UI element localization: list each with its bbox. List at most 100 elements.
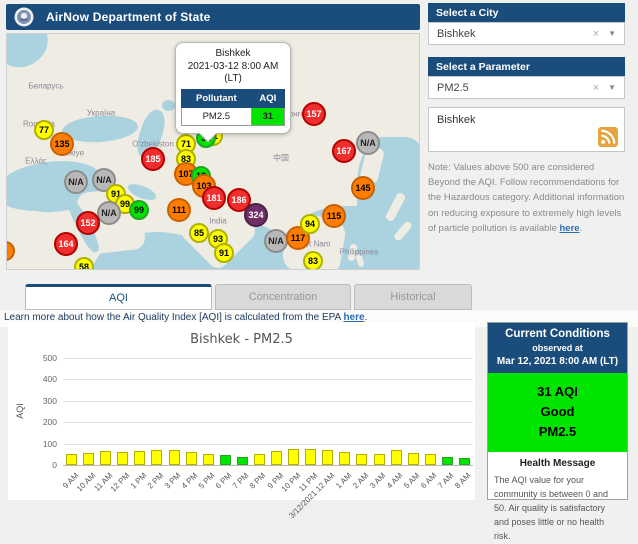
aqi-marker[interactable]: 99 [129, 200, 149, 220]
chevron-down-icon[interactable]: ▼ [608, 83, 616, 92]
parameter-select[interactable]: PM2.5 × ▼ [428, 76, 625, 99]
conditions-header: Current Conditions observed at Mar 12, 2… [488, 323, 627, 373]
aqi-marker[interactable]: 185 [141, 147, 165, 171]
y-axis-tick: 400 [25, 374, 57, 384]
chart-bar [220, 455, 231, 465]
app-header: AirNow Department of State [6, 4, 420, 30]
city-select[interactable]: Bishkek × ▼ [428, 22, 625, 45]
chart-bar [442, 457, 453, 465]
x-axis-tick: 4 PM [180, 471, 200, 491]
y-axis-tick: 300 [25, 396, 57, 406]
chart-bar [254, 454, 265, 465]
aqi-marker[interactable]: N/A [97, 201, 121, 225]
department-of-state-seal-icon [14, 7, 34, 27]
chart-bar [374, 454, 385, 465]
select-city-header: Select a City [428, 3, 625, 22]
parameter-select-value: PM2.5 [437, 82, 593, 94]
gridline [63, 444, 473, 445]
air-quality-map[interactable]: БеларусьУкраїнаRomâniaTürkiyeΕλλάςOʻzbek… [6, 33, 420, 270]
note-body: Note: Values above 500 are considered Be… [428, 162, 624, 234]
aqi-marker[interactable]: 135 [50, 132, 74, 156]
aqi-marker[interactable]: 167 [332, 139, 356, 163]
aqi-marker[interactable]: 152 [76, 211, 100, 235]
x-axis-tick: 3 AM [368, 471, 387, 490]
chart-bar [425, 454, 436, 465]
aqi-marker[interactable]: 324 [244, 203, 268, 227]
chart-bar [356, 454, 367, 465]
note-here-link[interactable]: here [560, 223, 580, 234]
aqi-marker[interactable]: 145 [351, 176, 375, 200]
chart-bar [237, 457, 248, 465]
chart-y-axis-label: AQI [15, 403, 25, 419]
aqi-marker[interactable]: 164 [54, 232, 78, 256]
chart-bar [66, 454, 77, 465]
x-axis-tick: 7 AM [436, 471, 455, 490]
popup-pollutant-header: Pollutant [182, 89, 252, 107]
conditions-aqi-block: 31 AQI Good PM2.5 [488, 373, 627, 452]
aqi-marker[interactable]: N/A [356, 131, 380, 155]
tab-bar: AQIConcentrationHistorical [25, 284, 472, 310]
x-axis-line [63, 465, 473, 466]
map-place-label: Philippines [340, 248, 379, 257]
map-place-label: Беларусь [29, 82, 64, 91]
aqi-marker[interactable]: 8 [6, 241, 15, 261]
clear-icon[interactable]: × [593, 28, 599, 40]
gridline [63, 401, 473, 402]
tab-concentration[interactable]: Concentration [215, 284, 351, 310]
map-place-label: Ελλάς [25, 157, 47, 166]
aqi-marker[interactable]: 91 [214, 243, 234, 263]
aqi-marker[interactable]: 58 [74, 257, 94, 270]
chevron-down-icon[interactable]: ▼ [608, 29, 616, 38]
popup-city: Bishkek [181, 48, 285, 61]
chart-title: Bishkek - PM2.5 [8, 332, 475, 347]
page-title: AirNow Department of State [46, 10, 211, 24]
chart-bar [151, 450, 162, 465]
chart-bar [186, 452, 197, 465]
chart-bar [408, 453, 419, 465]
gridline [63, 379, 473, 380]
chart-bar [203, 454, 214, 465]
conditions-observed-label: observed at [490, 343, 625, 353]
aqi-marker[interactable]: 83 [303, 251, 323, 270]
aqi-marker[interactable]: N/A [64, 170, 88, 194]
map-popup: Bishkek 2021-03-12 8:00 AM (LT) Pollutan… [175, 42, 291, 134]
gridline [63, 358, 473, 359]
aqi-marker[interactable]: 181 [202, 186, 226, 210]
popup-aqi-value: 31 [251, 107, 284, 125]
chart-bar [117, 452, 128, 465]
tab-aqi[interactable]: AQI [25, 284, 212, 310]
aqi-marker[interactable]: 115 [322, 204, 346, 228]
aqi-marker[interactable]: 111 [167, 198, 191, 222]
chart-bar [391, 450, 402, 465]
chart-bar [459, 458, 470, 465]
tab-historical[interactable]: Historical [354, 284, 472, 310]
clear-icon[interactable]: × [593, 82, 599, 94]
current-conditions-panel: Current Conditions observed at Mar 12, 2… [487, 322, 628, 500]
conditions-aqi-value: 31 AQI [488, 384, 627, 399]
aqi-marker[interactable]: 85 [189, 223, 209, 243]
x-axis-tick: 8 PM [248, 471, 268, 491]
x-axis-tick: 2 PM [146, 471, 166, 491]
aqi-marker[interactable]: 94 [300, 214, 320, 234]
aqi-marker[interactable]: N/A [264, 229, 288, 253]
conditions-pollutant: PM2.5 [488, 424, 627, 439]
x-axis-tick: 3 PM [163, 471, 183, 491]
aqi-marker[interactable]: 157 [302, 102, 326, 126]
x-axis-tick: 7 PM [231, 471, 251, 491]
x-axis-tick: 4 AM [385, 471, 404, 490]
x-axis-tick: 6 AM [419, 471, 438, 490]
y-axis-tick: 0 [25, 460, 57, 470]
chart-bar [83, 453, 94, 465]
x-axis-tick: 1 PM [129, 471, 149, 491]
sea-shape [6, 33, 57, 77]
feed-city-label: Bishkek [437, 114, 476, 126]
x-axis-tick: 5 AM [402, 471, 421, 490]
chart-bar [134, 451, 145, 465]
x-axis-tick: 1 AM [334, 471, 353, 490]
popup-aqi-header: AQI [251, 89, 284, 107]
note-suffix: . [580, 223, 583, 234]
popup-datetime: 2021-03-12 8:00 AM [181, 61, 285, 74]
rss-icon[interactable] [598, 127, 618, 147]
health-message-block: Health Message The AQI value for your co… [488, 452, 627, 544]
chart-bar [339, 452, 350, 465]
